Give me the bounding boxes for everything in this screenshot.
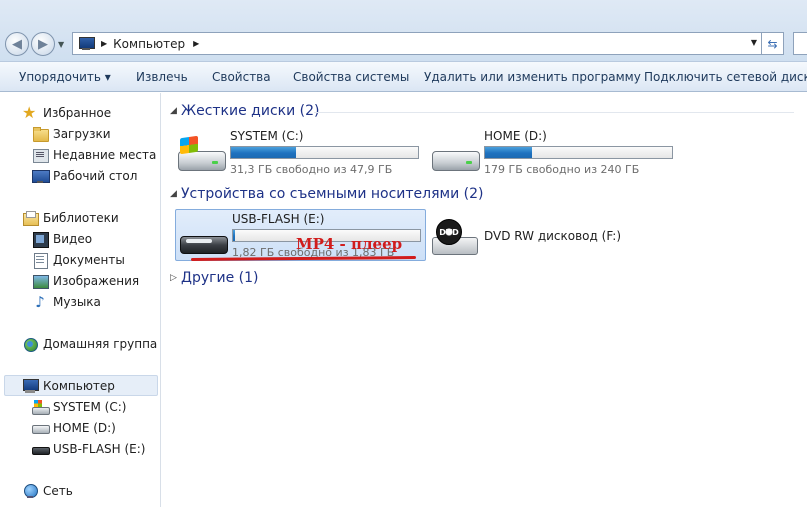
network-icon	[22, 483, 38, 499]
group-divider	[314, 103, 802, 123]
navigation-pane: ★ Избранное Загрузки Недавние места Рабо…	[0, 93, 161, 507]
search-input[interactable]	[793, 32, 807, 55]
annotation-label: MP4 - плеер	[296, 235, 403, 253]
star-icon: ★	[22, 103, 37, 122]
drive-free-space: 179 ГБ свободно из 240 ГБ	[484, 163, 640, 176]
drive-d[interactable]: HOME (D:) 179 ГБ свободно из 240 ГБ	[428, 127, 678, 179]
drive-f[interactable]: DVD DVD RW дисковод (F:)	[428, 209, 678, 261]
folder-icon	[32, 126, 49, 142]
collapse-arrow-icon[interactable]: ◢	[170, 106, 181, 116]
video-icon	[32, 231, 49, 248]
hard-drive-icon	[32, 420, 50, 436]
computer-icon	[78, 37, 95, 50]
forward-arrow-icon[interactable]: ▶	[31, 32, 55, 56]
expand-arrow-icon[interactable]: ▷	[170, 273, 181, 283]
recent-pages-dropdown-icon[interactable]: ▼	[58, 40, 64, 49]
sidebar-item-label: Загрузки	[53, 127, 111, 141]
sidebar-item-label: Избранное	[43, 106, 112, 120]
usb-drive-icon	[32, 441, 50, 457]
system-properties-button[interactable]: Свойства системы	[293, 70, 409, 84]
sidebar-item-homegroup[interactable]: Домашняя группа	[22, 336, 157, 352]
eject-button[interactable]: Извлечь	[136, 70, 188, 84]
sidebar-item-documents[interactable]: Документы	[32, 252, 125, 269]
uninstall-program-button[interactable]: Удалить или изменить программу	[424, 70, 641, 84]
library-icon	[22, 210, 39, 226]
breadcrumb-separator-icon[interactable]: ▶	[193, 39, 199, 48]
drive-name: USB-FLASH (E:)	[232, 212, 325, 226]
drive-name: HOME (D:)	[484, 129, 547, 143]
sidebar-item-label: Недавние места	[53, 148, 157, 162]
refresh-icon[interactable]: ⇆	[762, 32, 784, 55]
windows-logo-icon	[180, 135, 198, 155]
system-drive-icon	[178, 135, 226, 173]
drive-c[interactable]: SYSTEM (C:) 31,3 ГБ свободно из 47,9 ГБ	[174, 127, 424, 179]
sidebar-item-recent[interactable]: Недавние места	[32, 147, 156, 163]
sidebar-item-downloads[interactable]: Загрузки	[32, 126, 111, 142]
computer-icon	[22, 378, 39, 394]
sidebar-item-label: Домашняя группа	[43, 337, 158, 351]
sidebar-item-drive-e[interactable]: USB-FLASH (E:)	[32, 441, 145, 457]
homegroup-icon	[22, 336, 38, 352]
back-arrow-icon[interactable]: ◀	[5, 32, 29, 56]
sidebar-item-network[interactable]: Сеть	[22, 483, 73, 499]
sidebar-item-label: Рабочий стол	[53, 169, 138, 183]
image-icon	[32, 273, 49, 289]
sidebar-item-label: Изображения	[53, 274, 140, 288]
sidebar-item-label: Библиотеки	[43, 211, 119, 225]
breadcrumb-separator-icon[interactable]: ▶	[101, 39, 107, 48]
dvd-drive-icon: DVD	[432, 219, 480, 255]
sidebar-item-images[interactable]: Изображения	[32, 273, 139, 289]
usb-drive-icon	[180, 220, 228, 256]
document-icon	[32, 252, 48, 269]
system-drive-icon	[32, 399, 50, 415]
sidebar-item-drive-c[interactable]: SYSTEM (C:)	[32, 399, 126, 415]
sidebar-item-label: Видео	[53, 232, 93, 246]
sidebar-item-favorites[interactable]: ★ Избранное	[22, 105, 111, 121]
address-toolbar: ◀ ▶ ▼ ▶ Компьютер ▶ ▼ ⇆	[0, 0, 807, 62]
drive-usage-bar	[230, 146, 419, 159]
sidebar-item-label: Музыка	[53, 295, 101, 309]
group-header-hard-disks[interactable]: ◢ Жесткие диски (2)	[170, 103, 319, 119]
sidebar-item-computer[interactable]: Компьютер	[4, 375, 158, 396]
sidebar-item-desktop[interactable]: Рабочий стол	[32, 168, 137, 184]
breadcrumb-computer[interactable]: Компьютер	[113, 37, 185, 51]
sidebar-item-label: HOME (D:)	[53, 421, 116, 435]
sidebar-item-label: Компьютер	[43, 378, 115, 393]
command-bar: Упорядочить ▾ Извлечь Свойства Свойства …	[0, 62, 807, 92]
recent-places-icon	[32, 147, 49, 163]
group-title: Другие (1)	[181, 270, 259, 286]
drives-view: ◢ Жесткие диски (2) SYSTEM (C:) 31,3 ГБ …	[162, 93, 807, 507]
address-history-dropdown-icon[interactable]: ▼	[751, 38, 757, 47]
sidebar-item-label: Документы	[53, 253, 125, 267]
drive-free-space: 31,3 ГБ свободно из 47,9 ГБ	[230, 163, 393, 176]
sidebar-item-music[interactable]: ♪ Музыка	[32, 294, 101, 310]
drive-name: DVD RW дисковод (F:)	[484, 229, 622, 243]
hard-drive-icon	[432, 137, 480, 173]
sidebar-item-libraries[interactable]: Библиотеки	[22, 210, 119, 226]
map-network-drive-button[interactable]: Подключить сетевой диск	[644, 70, 807, 84]
sidebar-item-label: USB-FLASH (E:)	[53, 442, 146, 456]
group-title: Устройства со съемными носителями (2)	[181, 186, 484, 202]
sidebar-item-drive-d[interactable]: HOME (D:)	[32, 420, 116, 436]
properties-button[interactable]: Свойства	[212, 70, 271, 84]
desktop-icon	[32, 168, 50, 184]
music-note-icon: ♪	[35, 293, 45, 311]
drive-usage-bar	[484, 146, 673, 159]
drive-name: SYSTEM (C:)	[230, 129, 304, 143]
address-bar[interactable]: ▶ Компьютер ▶ ▼	[72, 32, 762, 55]
sidebar-item-label: Сеть	[43, 484, 73, 498]
sidebar-item-label: SYSTEM (C:)	[53, 400, 127, 414]
organize-button[interactable]: Упорядочить ▾	[19, 70, 111, 84]
collapse-arrow-icon[interactable]: ◢	[170, 189, 181, 199]
group-header-removable[interactable]: ◢ Устройства со съемными носителями (2)	[170, 186, 483, 202]
group-title: Жесткие диски (2)	[181, 103, 320, 119]
sidebar-item-video[interactable]: Видео	[32, 231, 93, 248]
group-header-other[interactable]: ▷ Другие (1)	[170, 270, 258, 286]
